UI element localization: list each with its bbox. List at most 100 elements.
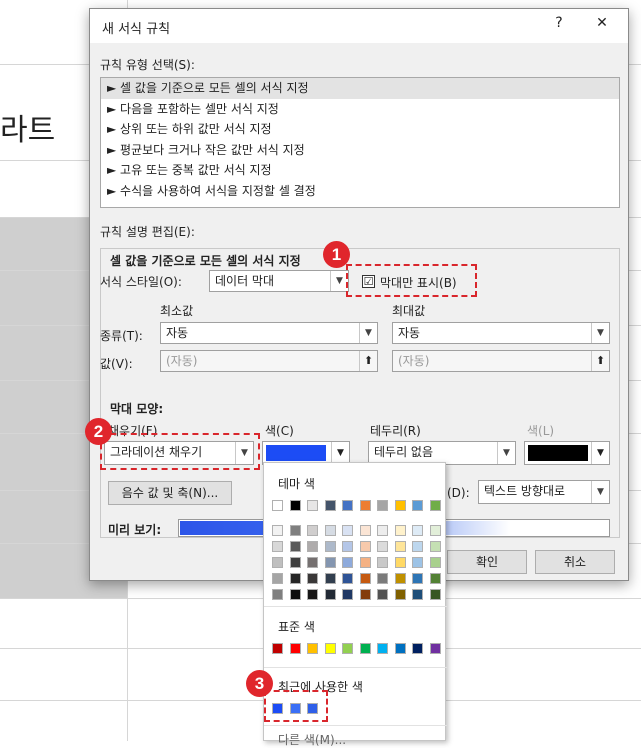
theme-shade-swatch[interactable] xyxy=(412,525,423,536)
theme-shade-swatch[interactable] xyxy=(429,557,441,568)
theme-shade-swatch[interactable] xyxy=(307,573,318,584)
standard-color-swatch[interactable] xyxy=(272,643,283,654)
theme-shade-swatch[interactable] xyxy=(272,525,283,536)
theme-shade-swatch[interactable] xyxy=(394,573,406,584)
theme-color-swatch[interactable] xyxy=(359,500,371,511)
standard-color-swatch[interactable] xyxy=(289,643,301,654)
theme-shade-swatch[interactable] xyxy=(412,589,423,600)
theme-shade-swatch[interactable] xyxy=(429,541,441,552)
bar-direction-select[interactable]: 텍스트 방향대로 ▼ xyxy=(478,480,610,504)
theme-shade-swatch[interactable] xyxy=(307,589,318,600)
range-picker-icon[interactable]: ⬆ xyxy=(591,351,609,371)
theme-shade-swatch[interactable] xyxy=(289,541,301,552)
theme-shade-swatch[interactable] xyxy=(394,541,406,552)
theme-shade-swatch[interactable] xyxy=(394,589,406,600)
rule-type-item[interactable]: ► 다음을 포함하는 셀만 서식 지정 xyxy=(101,99,619,120)
theme-color-swatch[interactable] xyxy=(289,500,301,511)
standard-color-swatch[interactable] xyxy=(342,643,353,654)
theme-shade-swatch[interactable] xyxy=(307,557,318,568)
theme-shade-swatch[interactable] xyxy=(342,541,353,552)
theme-shade-swatch[interactable] xyxy=(377,573,388,584)
standard-color-swatch[interactable] xyxy=(412,643,423,654)
theme-shade-swatch[interactable] xyxy=(359,573,371,584)
theme-shade-swatch[interactable] xyxy=(394,557,406,568)
standard-color-swatch[interactable] xyxy=(377,643,388,654)
theme-shade-swatch[interactable] xyxy=(359,541,371,552)
theme-shade-swatch[interactable] xyxy=(307,541,318,552)
format-style-select[interactable]: 데이터 막대 ▼ xyxy=(209,270,349,292)
column-header-cell[interactable]: 라트 xyxy=(0,105,55,149)
rule-type-item[interactable]: ► 평균보다 크거나 작은 값만 서식 지정 xyxy=(101,140,619,161)
theme-shade-swatch[interactable] xyxy=(324,557,336,568)
theme-shade-swatch[interactable] xyxy=(412,557,423,568)
theme-shade-swatch[interactable] xyxy=(377,541,388,552)
theme-shade-swatch[interactable] xyxy=(429,573,441,584)
theme-shade-swatch[interactable] xyxy=(289,573,301,584)
rule-type-item[interactable]: ► 수식을 사용하여 서식을 지정할 셀 결정 xyxy=(101,181,619,202)
theme-shade-swatch[interactable] xyxy=(324,573,336,584)
cancel-button[interactable]: 취소 xyxy=(535,550,615,574)
theme-color-swatch[interactable] xyxy=(412,500,423,511)
bar-appearance-label: 막대 모양: xyxy=(110,402,164,416)
more-colors-link[interactable]: 다른 색(M)... xyxy=(278,731,346,748)
theme-shade-swatch[interactable] xyxy=(377,525,388,536)
theme-shade-swatch[interactable] xyxy=(342,557,353,568)
theme-shade-swatch[interactable] xyxy=(412,541,423,552)
theme-shade-swatch[interactable] xyxy=(272,541,283,552)
theme-shade-swatch[interactable] xyxy=(412,573,423,584)
theme-shade-swatch[interactable] xyxy=(429,525,441,536)
theme-shade-swatch[interactable] xyxy=(289,557,301,568)
theme-color-swatch[interactable] xyxy=(307,500,318,511)
theme-shade-swatch[interactable] xyxy=(359,557,371,568)
range-picker-icon[interactable]: ⬆ xyxy=(359,351,377,371)
theme-shade-swatch[interactable] xyxy=(289,589,301,600)
theme-color-swatch[interactable] xyxy=(429,500,441,511)
format-style-label: 서식 스타일(O): xyxy=(100,275,182,289)
help-button[interactable]: ? xyxy=(547,15,571,31)
rule-type-list[interactable]: ► 셀 값을 기준으로 모든 셀의 서식 지정 ► 다음을 포함하는 셀만 서식… xyxy=(100,77,620,208)
min-value-input[interactable]: (자동) ⬆ xyxy=(160,350,378,372)
bar-direction-value: 텍스트 방향대로 xyxy=(484,484,566,498)
standard-color-swatch[interactable] xyxy=(307,643,318,654)
rule-type-item[interactable]: ► 상위 또는 하위 값만 서식 지정 xyxy=(101,119,619,140)
theme-color-swatch[interactable] xyxy=(272,500,283,511)
border-color-picker[interactable]: ▼ xyxy=(524,441,610,465)
standard-color-swatch[interactable] xyxy=(324,643,336,654)
theme-shade-swatch[interactable] xyxy=(272,557,283,568)
theme-shade-swatch[interactable] xyxy=(377,557,388,568)
theme-shade-swatch[interactable] xyxy=(342,525,353,536)
theme-shade-swatch[interactable] xyxy=(272,573,283,584)
standard-color-swatch[interactable] xyxy=(394,643,406,654)
theme-shade-swatch[interactable] xyxy=(272,589,283,600)
max-value-placeholder: (자동) xyxy=(398,354,430,368)
theme-shade-swatch[interactable] xyxy=(307,525,318,536)
max-type-select[interactable]: 자동 ▼ xyxy=(392,322,610,344)
theme-shade-swatch[interactable] xyxy=(394,525,406,536)
theme-shade-swatch[interactable] xyxy=(324,589,336,600)
rule-type-item[interactable]: ► 셀 값을 기준으로 모든 셀의 서식 지정 xyxy=(101,78,619,99)
ok-button[interactable]: 확인 xyxy=(447,550,527,574)
theme-shade-swatch[interactable] xyxy=(429,589,441,600)
rule-type-item[interactable]: ► 고유 또는 중복 값만 서식 지정 xyxy=(101,160,619,181)
theme-color-swatch[interactable] xyxy=(342,500,353,511)
negative-values-button[interactable]: 음수 값 및 축(N)... xyxy=(108,481,232,505)
theme-shade-swatch[interactable] xyxy=(342,589,353,600)
standard-color-swatch[interactable] xyxy=(429,643,441,654)
theme-color-swatch[interactable] xyxy=(324,500,336,511)
theme-shade-swatch[interactable] xyxy=(377,589,388,600)
min-value-placeholder: (자동) xyxy=(166,354,198,368)
theme-color-swatch[interactable] xyxy=(394,500,406,511)
theme-shade-swatch[interactable] xyxy=(289,525,301,536)
standard-color-swatch[interactable] xyxy=(359,643,371,654)
min-type-select[interactable]: 자동 ▼ xyxy=(160,322,378,344)
theme-shade-swatch[interactable] xyxy=(324,525,336,536)
theme-shade-swatch[interactable] xyxy=(359,525,371,536)
border-color-swatch xyxy=(528,445,588,461)
theme-shade-swatch[interactable] xyxy=(324,541,336,552)
theme-color-swatch[interactable] xyxy=(377,500,388,511)
theme-shade-swatch[interactable] xyxy=(359,589,371,600)
max-value-input[interactable]: (자동) ⬆ xyxy=(392,350,610,372)
step-badge-3: 3 xyxy=(246,670,273,697)
theme-shade-swatch[interactable] xyxy=(342,573,353,584)
close-button[interactable]: ✕ xyxy=(590,15,614,31)
